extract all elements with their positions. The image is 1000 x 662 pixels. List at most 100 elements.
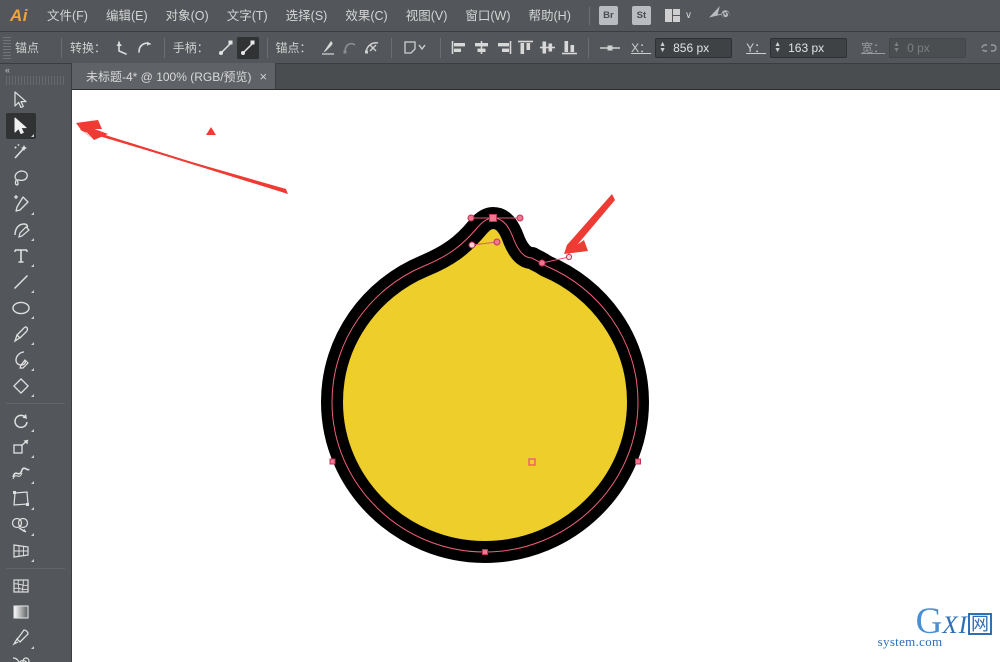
workspace-switcher[interactable]: ∨ bbox=[664, 9, 693, 22]
width-tool[interactable] bbox=[6, 460, 36, 486]
x-stepper[interactable]: ▲ ▼ bbox=[656, 39, 669, 57]
menu-window[interactable]: 窗口(W) bbox=[456, 0, 519, 32]
watermark: GXI 网 system.com bbox=[878, 603, 992, 656]
menu-select[interactable]: 选择(S) bbox=[277, 0, 337, 32]
menu-divider bbox=[588, 6, 590, 25]
y-stepper[interactable]: ▲ ▼ bbox=[771, 39, 784, 57]
rotate-tool[interactable] bbox=[6, 408, 36, 434]
control-bar-grip[interactable] bbox=[3, 36, 11, 59]
menu-type[interactable]: 文字(T) bbox=[218, 0, 277, 32]
control-divider-1 bbox=[60, 37, 62, 58]
menu-edit[interactable]: 编辑(E) bbox=[97, 0, 157, 32]
magic-wand-tool[interactable] bbox=[6, 139, 36, 165]
tool-flyout-indicator bbox=[31, 533, 34, 536]
convert-to-corner-button[interactable] bbox=[112, 37, 134, 59]
tool-flyout-indicator bbox=[31, 264, 34, 267]
control-divider-5 bbox=[439, 37, 441, 58]
bell-shape-group bbox=[321, 207, 649, 563]
tool-flyout-indicator bbox=[31, 368, 34, 371]
align-top-button[interactable] bbox=[515, 37, 537, 59]
menu-effect[interactable]: 效果(C) bbox=[336, 0, 396, 32]
illustrator-window: Ai 文件(F) 编辑(E) 对象(O) 文字(T) 选择(S) 效果(C) 视… bbox=[0, 0, 1000, 662]
tool-flyout-indicator bbox=[31, 342, 34, 345]
transform-handle-icon bbox=[597, 37, 623, 59]
convert-to-smooth-button[interactable] bbox=[134, 37, 156, 59]
x-value[interactable]: 856 px bbox=[669, 41, 731, 55]
gradient-tool[interactable] bbox=[6, 599, 36, 625]
watermark-sub: system.com bbox=[877, 634, 943, 649]
align-center-h-button[interactable] bbox=[471, 37, 493, 59]
tool-flyout-indicator bbox=[31, 290, 34, 293]
tool-flyout-indicator bbox=[31, 455, 34, 458]
tool-flyout-indicator bbox=[31, 481, 34, 484]
lasso-tool[interactable] bbox=[6, 165, 36, 191]
align-left-button[interactable] bbox=[449, 37, 471, 59]
type-tool[interactable] bbox=[6, 243, 36, 269]
link-dimensions-icon[interactable] bbox=[978, 37, 1000, 59]
bell-shape-path[interactable] bbox=[321, 207, 649, 563]
free-transform-tool[interactable] bbox=[6, 486, 36, 512]
direct-selection-tool[interactable] bbox=[6, 113, 36, 139]
remove-anchor-button[interactable] bbox=[318, 37, 340, 59]
double-chevron-left-icon: « bbox=[5, 65, 10, 75]
tool-flyout-indicator bbox=[31, 646, 34, 649]
y-value[interactable]: 163 px bbox=[784, 41, 846, 55]
show-handles-button[interactable] bbox=[215, 37, 237, 59]
curvature-tool[interactable] bbox=[6, 217, 36, 243]
tools-panel-collapse[interactable]: « bbox=[0, 64, 71, 76]
bridge-icon[interactable]: Br bbox=[598, 6, 618, 25]
chevron-down-icon: ∨ bbox=[684, 10, 693, 21]
tool-flyout-indicator bbox=[31, 212, 34, 215]
shaper-tool[interactable] bbox=[6, 347, 36, 373]
control-divider-6 bbox=[588, 37, 590, 58]
canvas-svg bbox=[76, 118, 649, 563]
align-right-button[interactable] bbox=[493, 37, 515, 59]
line-segment-tool[interactable] bbox=[6, 269, 36, 295]
watermark-cn: 网 bbox=[968, 613, 992, 635]
align-middle-v-button[interactable] bbox=[536, 37, 558, 59]
width-label: 宽： bbox=[861, 41, 886, 55]
blend-tool[interactable] bbox=[6, 651, 36, 662]
isolate-object-button[interactable] bbox=[400, 37, 432, 59]
eyedropper-tool[interactable] bbox=[6, 625, 36, 651]
perspective-grid-tool[interactable] bbox=[6, 538, 36, 564]
x-position-field[interactable]: ▲ ▼ 856 px bbox=[655, 37, 733, 58]
control-divider-4 bbox=[391, 37, 393, 58]
align-bottom-button[interactable] bbox=[558, 37, 580, 59]
menu-object[interactable]: 对象(O) bbox=[157, 0, 218, 32]
stock-icon[interactable]: St bbox=[631, 6, 651, 25]
menu-view[interactable]: 视图(V) bbox=[397, 0, 457, 32]
tool-flyout-indicator bbox=[31, 507, 34, 510]
scale-tool[interactable] bbox=[6, 434, 36, 460]
y-position-field[interactable]: ▲ ▼ 163 px bbox=[770, 37, 848, 58]
creative-cloud-icon[interactable] bbox=[705, 2, 733, 29]
control-divider-3 bbox=[266, 37, 268, 58]
hide-handles-button[interactable] bbox=[236, 36, 259, 59]
eraser-tool[interactable] bbox=[6, 373, 36, 399]
paintbrush-tool[interactable] bbox=[6, 321, 36, 347]
convert-label: 转换： bbox=[69, 41, 106, 55]
anchor-label: 锚点： bbox=[275, 41, 312, 55]
annotation-arrow-down-left bbox=[564, 194, 615, 254]
width-value: 0 px bbox=[907, 40, 930, 55]
menu-file[interactable]: 文件(F) bbox=[38, 0, 97, 32]
width-stepper: ▲ ▼ bbox=[893, 40, 901, 54]
mesh-tool[interactable] bbox=[6, 573, 36, 599]
shape-builder-tool[interactable] bbox=[6, 512, 36, 538]
cut-path-button[interactable] bbox=[361, 37, 383, 59]
close-icon[interactable]: × bbox=[260, 70, 268, 83]
tool-flyout-indicator bbox=[31, 559, 34, 562]
tool-flyout-indicator bbox=[31, 238, 34, 241]
workspace-layout-icon bbox=[664, 9, 680, 22]
tools-panel-grip[interactable] bbox=[6, 76, 65, 85]
control-bar-title: 锚点 bbox=[14, 41, 39, 55]
annotation-arrow-upper-left bbox=[76, 118, 288, 194]
ellipse-tool[interactable] bbox=[6, 295, 36, 321]
artboard-canvas[interactable]: GXI 网 system.com bbox=[72, 90, 1000, 662]
pen-tool[interactable] bbox=[6, 191, 36, 217]
connect-paths-button[interactable] bbox=[339, 37, 361, 59]
selection-tool[interactable] bbox=[6, 87, 36, 113]
document-tab[interactable]: 未标题-4* @ 100% (RGB/预览) × bbox=[72, 63, 277, 89]
tool-flyout-indicator bbox=[31, 316, 34, 319]
menu-help[interactable]: 帮助(H) bbox=[520, 0, 580, 32]
